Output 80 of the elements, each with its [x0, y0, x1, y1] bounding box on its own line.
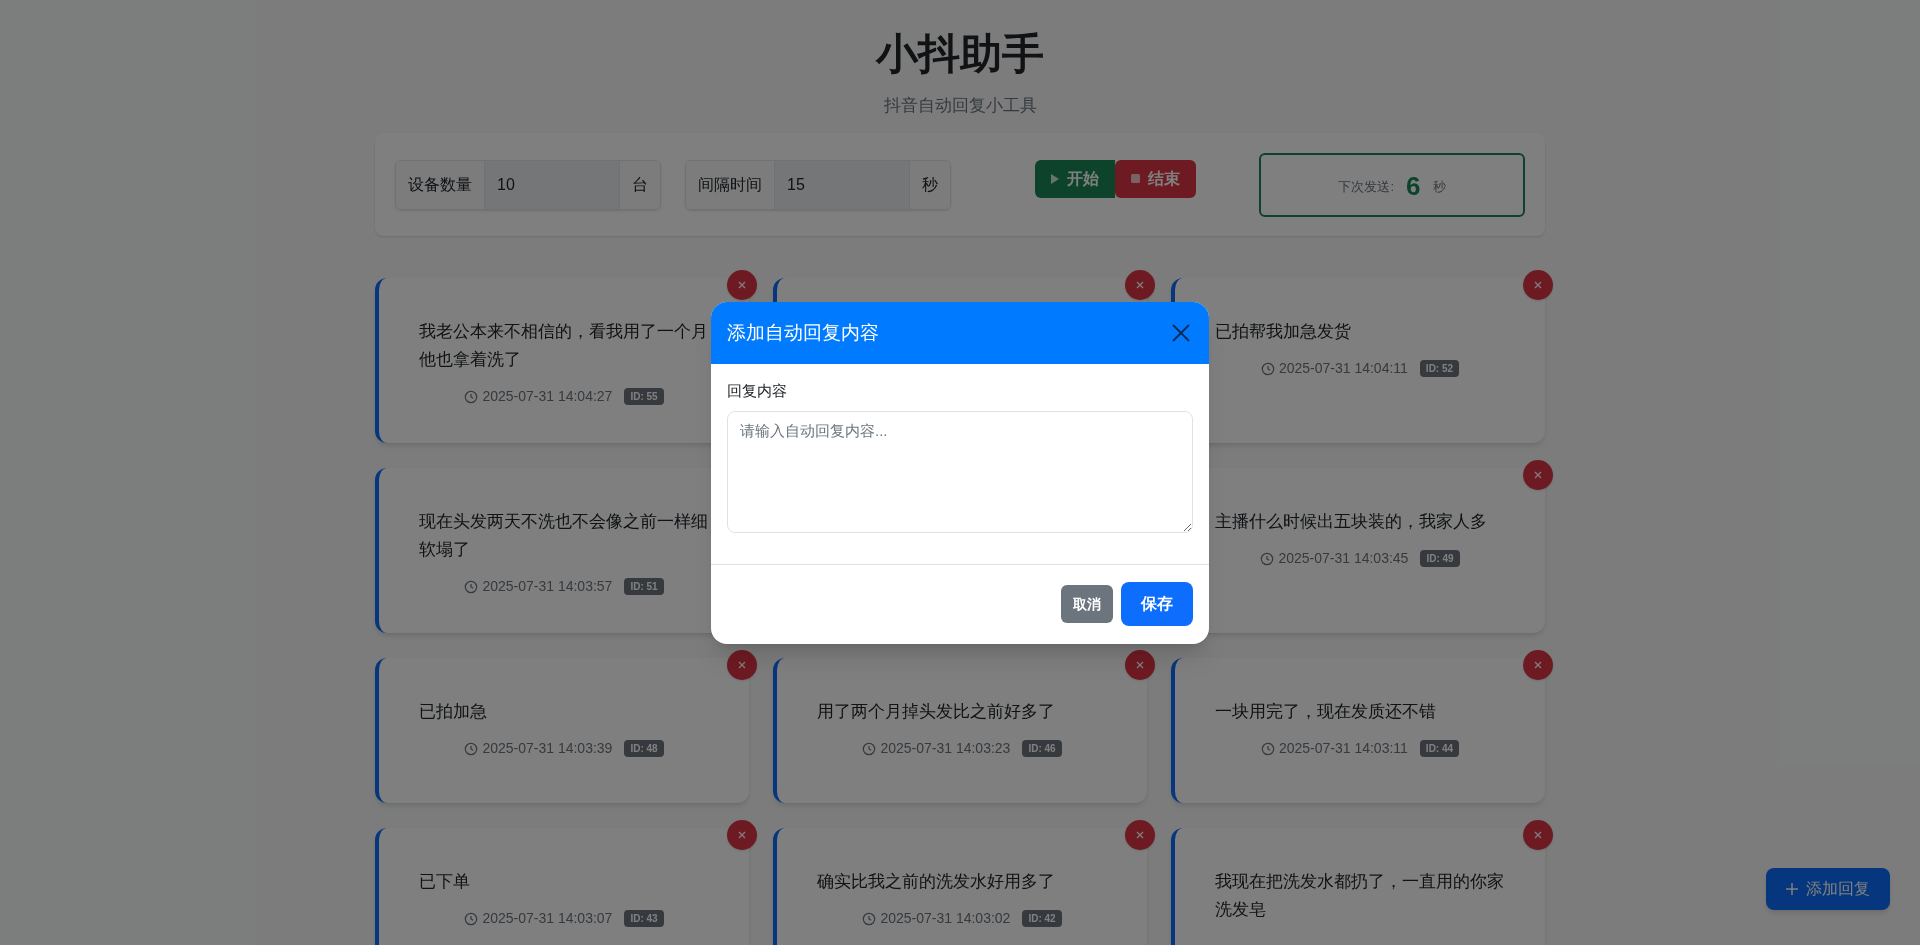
delete-button[interactable]: [727, 820, 757, 850]
reply-time: 2025-07-31 14:03:02: [880, 909, 1011, 928]
field-label: 回复内容: [727, 381, 788, 401]
reply-time: 2025-07-31 14:03:07: [482, 909, 613, 928]
close-icon: [738, 661, 746, 669]
clock-icon: [862, 741, 877, 756]
clock-icon: [464, 579, 479, 594]
start-button[interactable]: 开始: [1035, 159, 1115, 198]
play-icon: [1051, 173, 1059, 184]
field-label: 设备数量: [396, 160, 485, 209]
id-badge: ID: 49: [1420, 550, 1460, 567]
reply-time: 2025-07-31 14:03:39: [482, 739, 613, 758]
reply-text: 我现在把洗发水都扔了，一直用的你家洗发皂: [1215, 871, 1505, 921]
delete-button[interactable]: [1523, 460, 1553, 490]
stop-button[interactable]: 结束: [1115, 159, 1196, 198]
countdown-label: 下次发送:: [1338, 177, 1395, 196]
reply-time: 2025-07-31 14:03:11: [1278, 739, 1408, 758]
countdown-unit: 秒: [1432, 177, 1446, 196]
add-reply-button[interactable]: 添加回复: [1766, 868, 1890, 910]
delete-button[interactable]: [1523, 270, 1553, 300]
reply-time: 2025-07-31 14:04:27: [482, 387, 613, 406]
close-icon: [1534, 281, 1542, 289]
number-field[interactable]: 10: [485, 160, 619, 209]
reply-time: 2025-07-31 14:03:57: [482, 577, 613, 596]
reply-time: 2025-07-31 14:03:23: [880, 739, 1011, 758]
close-icon: [1136, 831, 1144, 839]
reply-time: 2025-07-31 14:03:45: [1278, 549, 1409, 568]
reply-time: 2025-07-31 14:04:11: [1278, 359, 1408, 378]
id-badge: ID: 43: [624, 910, 664, 927]
reply-text: 用了两个月掉头发比之前好多了: [817, 701, 1056, 723]
delete-button[interactable]: [1125, 270, 1155, 300]
reply-text: 现在头发两天不洗也不会像之前一样细软塌了: [419, 511, 709, 561]
id-badge: ID: 48: [624, 740, 664, 757]
reply-text: 我老公本来不相信的，看我用了一个月他也拿着洗了: [419, 321, 709, 371]
id-badge: ID: 51: [624, 578, 664, 595]
save-button[interactable]: 保存: [1121, 582, 1193, 627]
close-icon: [1172, 324, 1190, 342]
id-badge: ID: 55: [624, 388, 664, 405]
clock-icon: [862, 911, 877, 926]
stop-icon: [1131, 174, 1140, 183]
reply-textarea[interactable]: 请输入自动回复内容...: [727, 410, 1193, 533]
id-badge: ID: 52: [1419, 360, 1460, 377]
plus-icon: [1786, 883, 1798, 895]
field-label: 间隔时间: [686, 160, 775, 209]
reply-text: 确实比我之前的洗发水好用多了: [817, 871, 1056, 893]
close-icon: [1136, 281, 1144, 289]
close-icon: [738, 281, 746, 289]
reply-text: 已下单: [419, 871, 471, 893]
countdown-value: 6: [1406, 170, 1421, 203]
delete-button[interactable]: [1523, 820, 1553, 850]
delete-button[interactable]: [1523, 650, 1553, 680]
id-badge: ID: 42: [1022, 910, 1062, 927]
reply-text: 主播什么时候出五块装的，我家人多: [1215, 511, 1488, 533]
close-icon: [1534, 471, 1542, 479]
close-icon: [1534, 661, 1542, 669]
cancel-button[interactable]: 取消: [1061, 585, 1113, 624]
clock-icon: [1260, 361, 1275, 376]
delete-button[interactable]: [1125, 820, 1155, 850]
reply-text: 一块用完了，现在发质还不错: [1215, 701, 1437, 723]
modal-title: 添加自动回复内容: [727, 320, 879, 345]
clock-icon: [1260, 741, 1275, 756]
clock-icon: [464, 741, 479, 756]
close-icon: [1534, 831, 1542, 839]
number-field[interactable]: 15: [775, 160, 909, 209]
app-title: 小抖助手: [874, 29, 1045, 79]
clock-icon: [464, 389, 479, 404]
id-badge: ID: 44: [1419, 740, 1460, 757]
close-icon: [738, 831, 746, 839]
delete-button[interactable]: [727, 650, 757, 680]
unit-label: 秒: [909, 160, 950, 209]
delete-button[interactable]: [727, 270, 757, 300]
reply-text: 已拍加急: [419, 701, 488, 723]
clock-icon: [1260, 551, 1275, 566]
delete-button[interactable]: [1125, 650, 1155, 680]
id-badge: ID: 46: [1022, 740, 1062, 757]
app-subtitle: 抖音自动回复小工具: [882, 94, 1038, 117]
clock-icon: [464, 911, 479, 926]
unit-label: 台: [619, 160, 660, 209]
close-icon: [1136, 661, 1144, 669]
reply-text: 已拍帮我加急发货: [1215, 321, 1352, 343]
